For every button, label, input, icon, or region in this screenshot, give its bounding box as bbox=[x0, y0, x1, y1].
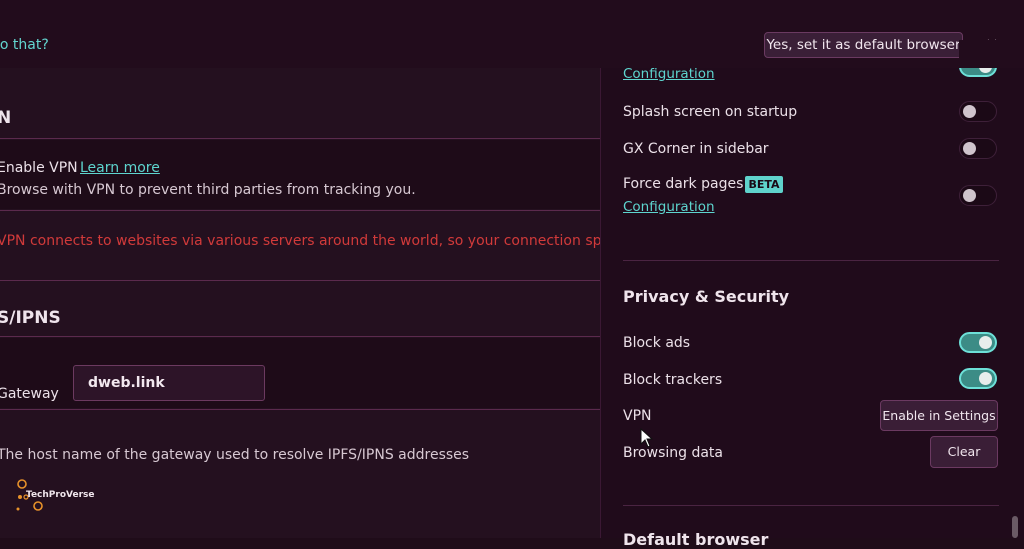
top-configuration-link[interactable]: Configuration bbox=[623, 66, 715, 82]
block-ads-toggle[interactable] bbox=[959, 332, 997, 353]
divider bbox=[0, 336, 600, 337]
force-dark-configuration-link[interactable]: Configuration bbox=[623, 199, 715, 215]
default-browser-heading: Default browser bbox=[623, 530, 769, 549]
privacy-security-heading: Privacy & Security bbox=[623, 287, 790, 306]
settings-page bbox=[0, 68, 600, 538]
beta-badge: BETA bbox=[745, 176, 783, 193]
gateway-description: The host name of the gateway used to res… bbox=[0, 447, 470, 463]
enable-vpn-in-settings-button[interactable]: Enable in Settings bbox=[880, 400, 998, 431]
gx-corner-toggle[interactable] bbox=[959, 138, 997, 159]
splash-screen-toggle[interactable] bbox=[959, 101, 997, 122]
divider bbox=[0, 409, 600, 410]
watermark-text: TechProVerse bbox=[26, 490, 95, 500]
topbar-overlap bbox=[959, 40, 999, 68]
divider bbox=[0, 138, 600, 139]
enable-vpn-label: Enable VPN bbox=[0, 160, 78, 176]
force-dark-toggle[interactable] bbox=[959, 185, 997, 206]
divider bbox=[0, 210, 600, 211]
browsing-data-label: Browsing data bbox=[623, 445, 723, 461]
block-trackers-label: Block trackers bbox=[623, 372, 723, 388]
block-ads-label: Block ads bbox=[623, 335, 691, 351]
notification-prompt: lo that? bbox=[0, 37, 49, 53]
gateway-label: Gateway bbox=[0, 386, 59, 402]
force-dark-label: Force dark pages bbox=[623, 176, 744, 192]
vpn-label: VPN bbox=[623, 408, 652, 424]
divider bbox=[0, 280, 600, 281]
vpn-section-heading: N bbox=[0, 108, 12, 128]
clear-browsing-data-button[interactable]: Clear bbox=[930, 436, 998, 468]
gateway-input[interactable] bbox=[73, 365, 265, 401]
ipfs-section-heading: S/IPNS bbox=[0, 308, 61, 328]
block-trackers-toggle[interactable] bbox=[959, 368, 997, 389]
mouse-cursor-icon bbox=[640, 428, 654, 448]
vpn-description: Browse with VPN to prevent third parties… bbox=[0, 182, 416, 198]
gx-corner-label: GX Corner in sidebar bbox=[623, 141, 769, 157]
vpn-learn-more-link[interactable]: Learn more bbox=[80, 160, 160, 176]
divider bbox=[623, 260, 999, 261]
splash-screen-label: Splash screen on startup bbox=[623, 104, 798, 120]
set-default-browser-button[interactable]: Yes, set it as default browser bbox=[764, 32, 963, 58]
panel-scrollbar[interactable] bbox=[1012, 516, 1018, 538]
vpn-speed-warning: VPN connects to websites via various ser… bbox=[0, 233, 646, 249]
divider bbox=[623, 505, 999, 506]
